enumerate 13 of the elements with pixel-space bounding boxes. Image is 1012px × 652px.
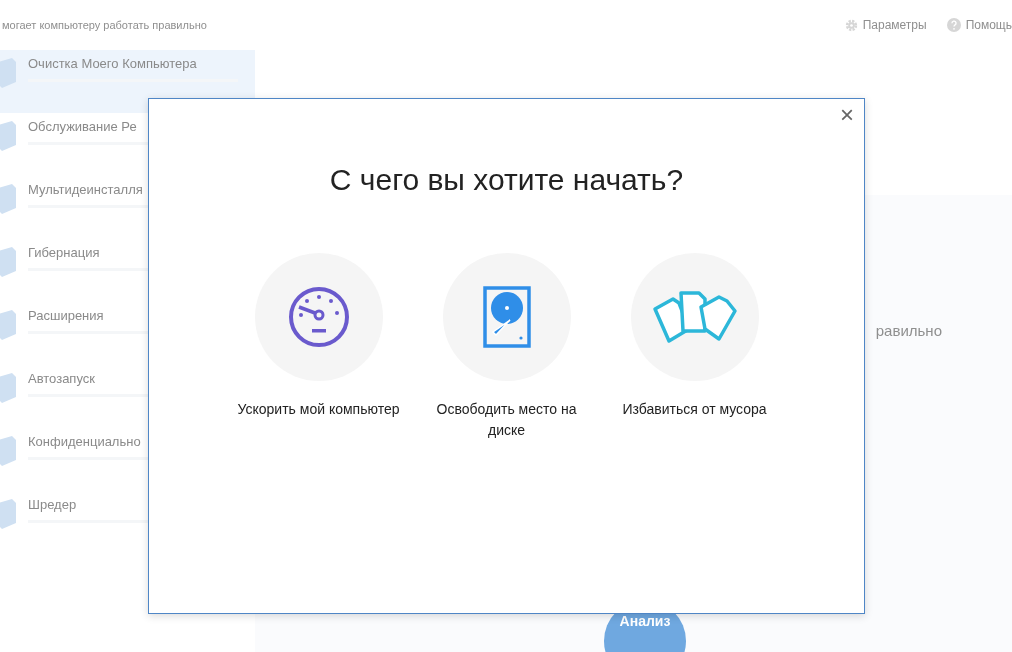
option-button[interactable]: Освободить место на диске bbox=[416, 253, 597, 441]
help-link[interactable]: Помощь bbox=[946, 18, 1012, 32]
settings-icon bbox=[844, 18, 858, 32]
status-text: равильно bbox=[875, 322, 942, 339]
papers-icon bbox=[650, 289, 739, 345]
dialog-title: С чего вы хотите начать? bbox=[329, 163, 684, 197]
settings-link[interactable]: Параметры bbox=[844, 18, 927, 32]
option-button[interactable]: Ускорить мой компьютер bbox=[228, 253, 409, 441]
help-icon bbox=[946, 18, 961, 32]
option-button[interactable]: Избавиться от мусора bbox=[604, 253, 785, 441]
speedometer-icon bbox=[286, 285, 351, 349]
close-button[interactable]: × bbox=[836, 103, 858, 127]
app-tagline: могает компьютеру работать правильно bbox=[2, 19, 207, 31]
